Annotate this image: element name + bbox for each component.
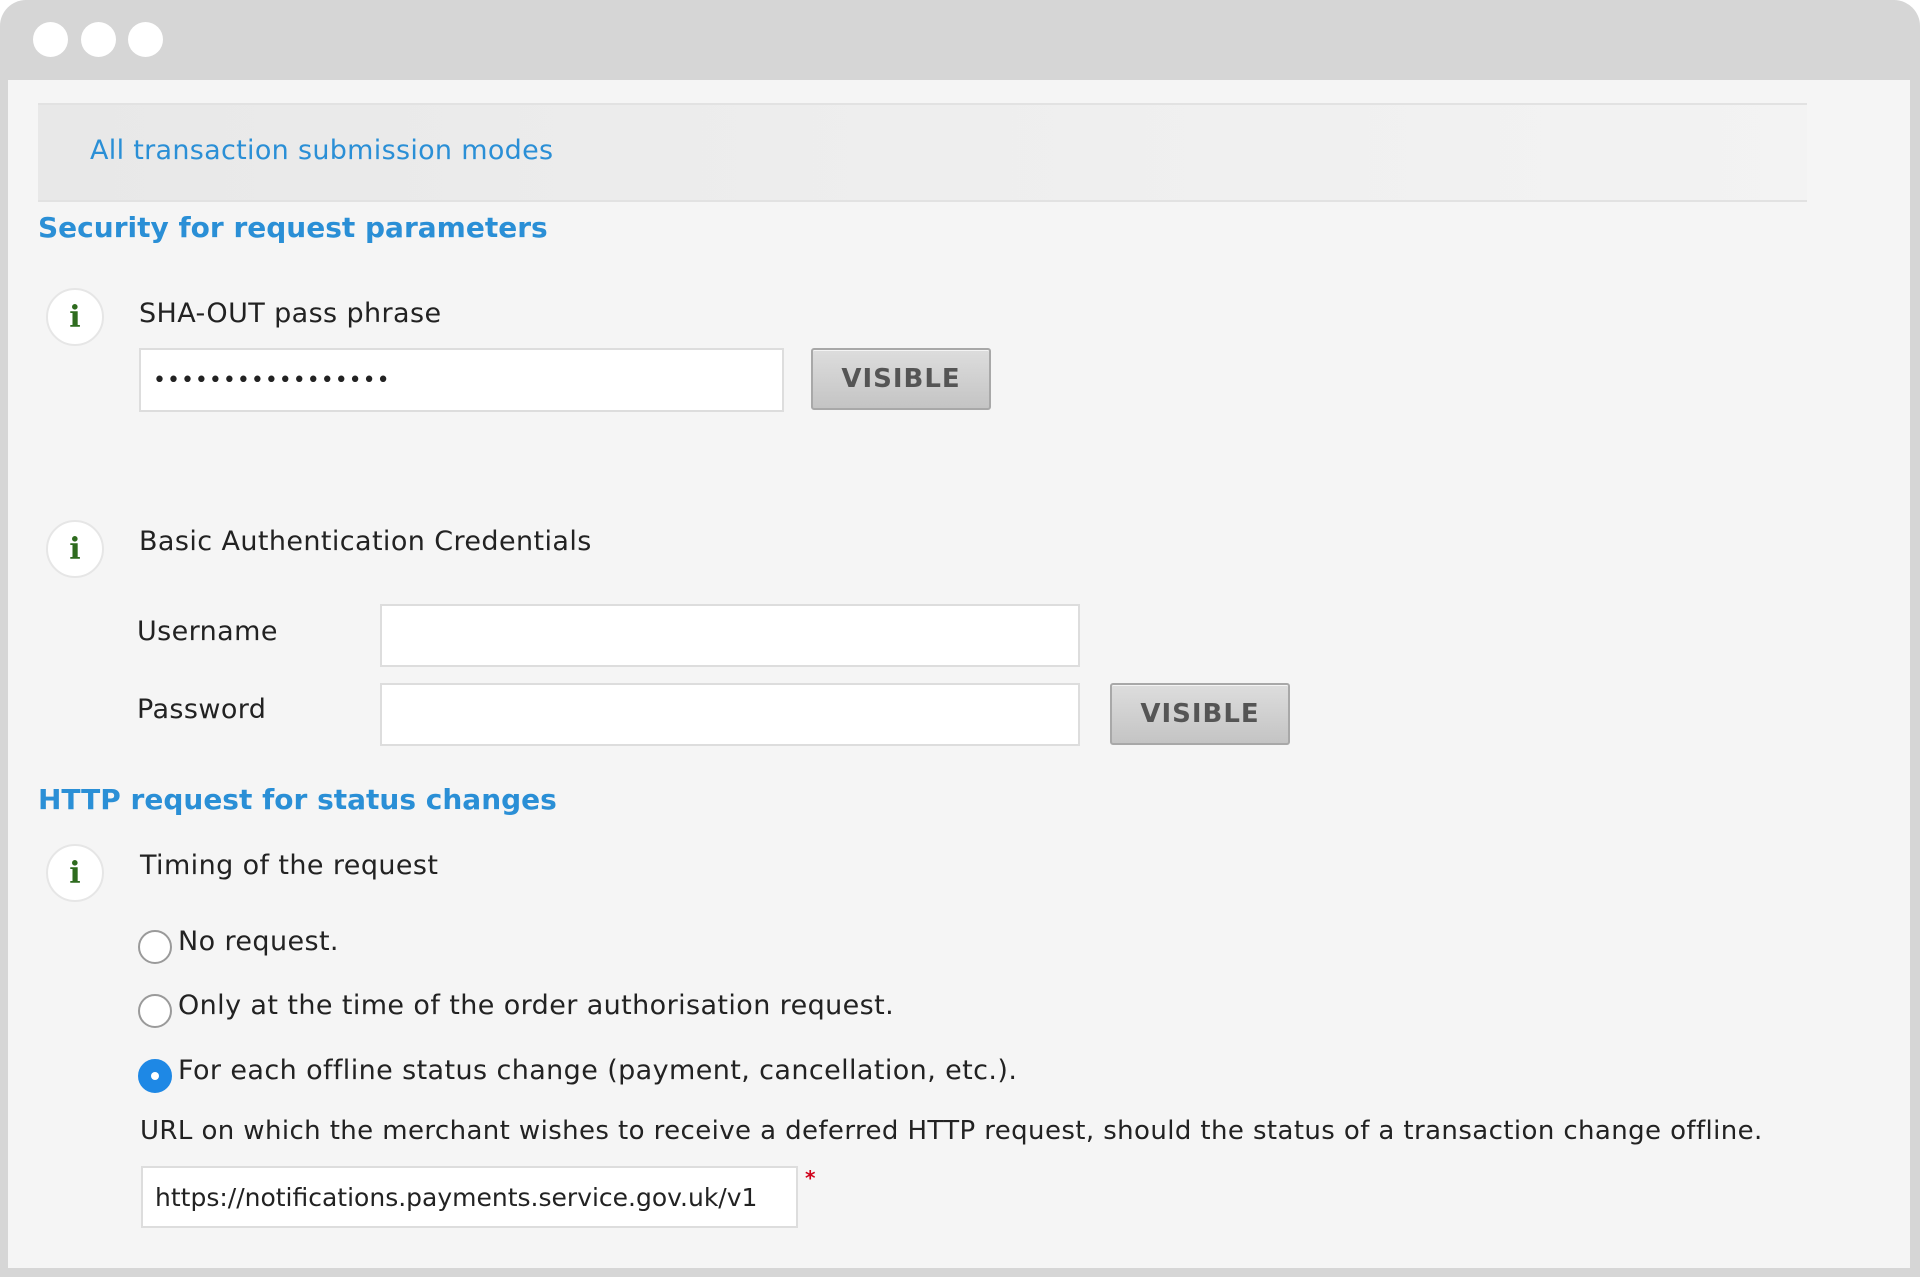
window-titlebar [0,0,1920,80]
window-close-dot[interactable] [33,22,68,57]
password-visible-button[interactable]: VISIBLE [1110,683,1290,745]
timing-label: Timing of the request [140,850,439,881]
window-maximize-dot[interactable] [128,22,163,57]
username-input[interactable] [380,604,1080,667]
radio-label: For each offline status change (payment,… [178,1055,1018,1086]
transaction-modes-bar: All transaction submission modes [38,103,1807,202]
radio-button-checked[interactable] [138,1059,172,1093]
info-icon[interactable]: i [46,844,104,902]
all-transaction-modes-link[interactable]: All transaction submission modes [90,135,553,166]
http-section-title: HTTP request for status changes [38,783,557,816]
password-input[interactable] [380,683,1080,746]
basic-auth-label: Basic Authentication Credentials [139,526,592,557]
sha-out-visible-button[interactable]: VISIBLE [811,348,991,410]
info-icon[interactable]: i [46,520,104,578]
required-marker: * [805,1166,816,1190]
window-minimize-dot[interactable] [81,22,116,57]
password-label: Password [137,694,267,725]
radio-button[interactable] [138,930,172,964]
page-content: All transaction submission modes Securit… [8,80,1910,1268]
radio-button[interactable] [138,994,172,1028]
sha-out-label: SHA-OUT pass phrase [139,298,442,329]
radio-label: No request. [178,926,339,957]
info-icon[interactable]: i [46,288,104,346]
url-description: URL on which the merchant wishes to rece… [140,1116,1763,1146]
sha-out-passphrase-input[interactable] [139,348,784,412]
notification-url-input[interactable] [141,1166,798,1228]
radio-label: Only at the time of the order authorisat… [178,990,895,1021]
username-label: Username [137,616,278,647]
security-section-title: Security for request parameters [38,211,548,244]
browser-window: All transaction submission modes Securit… [0,0,1920,1277]
